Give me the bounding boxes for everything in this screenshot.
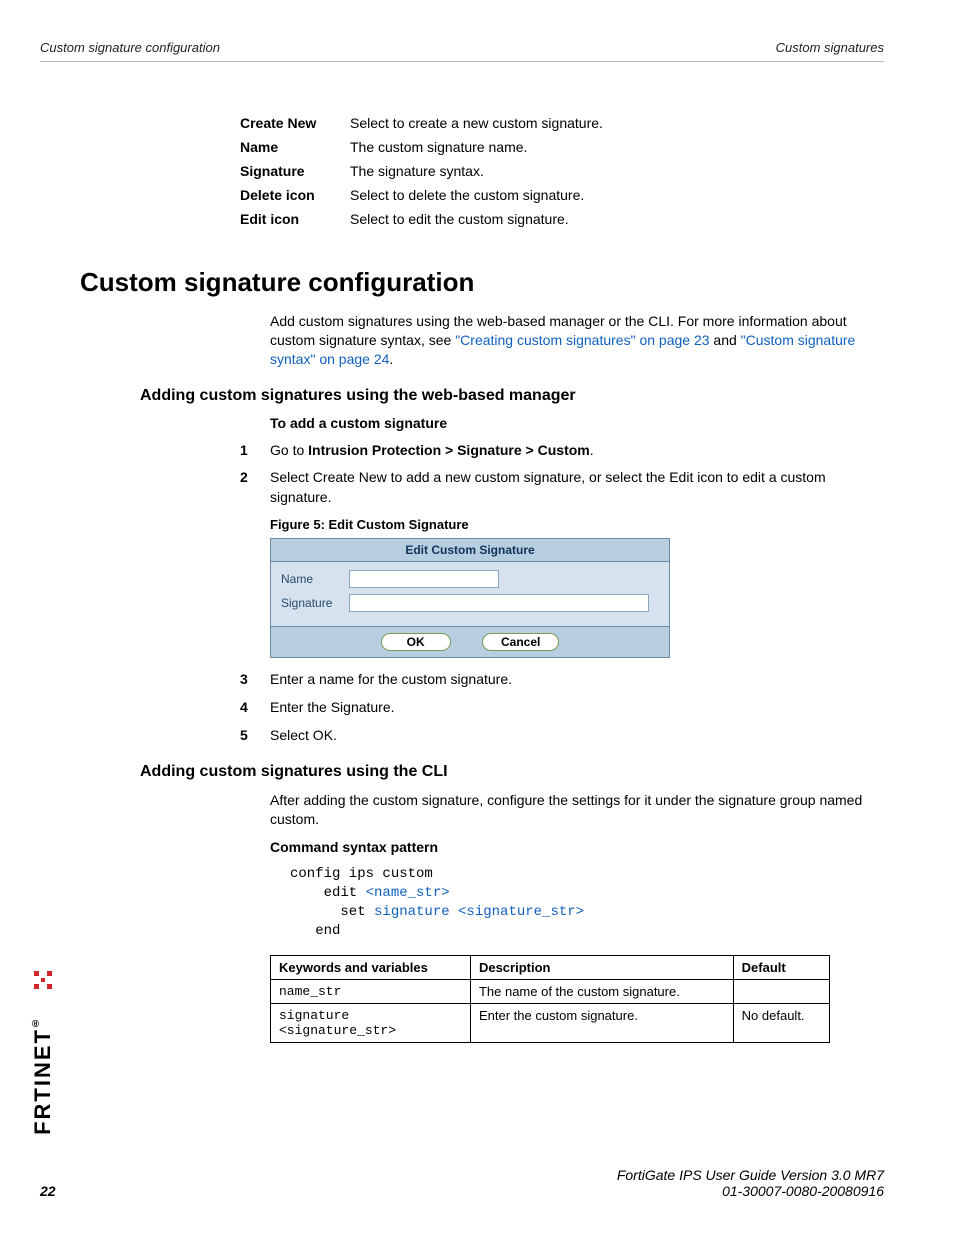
code-keyword: signature <signature_str> xyxy=(374,904,584,920)
edit-custom-signature-dialog: Edit Custom Signature Name Signature OK … xyxy=(270,538,670,658)
code-block: config ips custom edit <name_str> set si… xyxy=(290,865,884,941)
table-row: name_str The name of the custom signatur… xyxy=(271,979,830,1003)
def-text: Select to create a new custom signature. xyxy=(350,115,884,131)
heading-command-syntax: Command syntax pattern xyxy=(270,839,884,855)
code-line: end xyxy=(290,923,340,939)
cell-keyword-line: <signature_str> xyxy=(279,1023,396,1038)
xref-creating-custom-signatures[interactable]: "Creating custom signatures" on page 23 xyxy=(455,332,709,348)
def-text: Select to delete the custom signature. xyxy=(350,187,884,203)
step-text-part: Go to xyxy=(270,442,308,458)
dialog-title: Edit Custom Signature xyxy=(271,539,669,562)
signature-label: Signature xyxy=(281,596,349,610)
header-rule xyxy=(40,61,884,75)
def-term: Create New xyxy=(240,115,350,131)
step-number: 5 xyxy=(240,726,270,746)
table-row: signature <signature_str> Enter the cust… xyxy=(271,1003,830,1042)
cell-description: The name of the custom signature. xyxy=(470,979,733,1003)
signature-input[interactable] xyxy=(349,594,649,612)
code-keyword: <name_str> xyxy=(366,885,450,901)
running-header-left: Custom signature configuration xyxy=(40,40,220,55)
page-number: 22 xyxy=(40,1183,56,1199)
fortinet-wordmark: FRTINET® xyxy=(30,1015,56,1135)
step-text: Enter the Signature. xyxy=(270,698,874,718)
th-keywords: Keywords and variables xyxy=(271,955,471,979)
running-header-right: Custom signatures xyxy=(776,40,884,55)
def-term: Signature xyxy=(240,163,350,179)
nav-path: Intrusion Protection > Signature > Custo… xyxy=(308,442,590,458)
step-number: 4 xyxy=(240,698,270,718)
figure-caption: Figure 5: Edit Custom Signature xyxy=(270,517,884,532)
cli-paragraph: After adding the custom signature, confi… xyxy=(270,791,874,829)
ok-button[interactable]: OK xyxy=(381,633,451,651)
option-definition-list: Create NewSelect to create a new custom … xyxy=(240,115,884,227)
cell-keyword-line: signature xyxy=(279,1008,349,1023)
heading-to-add: To add a custom signature xyxy=(270,415,884,431)
def-term: Name xyxy=(240,139,350,155)
def-term: Edit icon xyxy=(240,211,350,227)
step-text: Go to Intrusion Protection > Signature >… xyxy=(270,441,874,461)
cell-keyword: name_str xyxy=(271,979,471,1003)
def-text: The signature syntax. xyxy=(350,163,884,179)
intro-text: . xyxy=(389,351,393,367)
intro-text: and xyxy=(710,332,741,348)
fortinet-mark-icon xyxy=(34,971,52,989)
step-text-part: . xyxy=(590,442,594,458)
name-input[interactable] xyxy=(349,570,499,588)
th-default: Default xyxy=(733,955,829,979)
step-number: 1 xyxy=(240,441,270,461)
code-line: edit xyxy=(290,885,366,901)
heading-web-manager: Adding custom signatures using the web-b… xyxy=(140,387,884,405)
cell-description: Enter the custom signature. xyxy=(470,1003,733,1042)
code-line: config ips custom xyxy=(290,866,433,882)
cell-default: No default. xyxy=(733,1003,829,1042)
cell-keyword: signature <signature_str> xyxy=(271,1003,471,1042)
code-line: set xyxy=(290,904,374,920)
def-text: The custom signature name. xyxy=(350,139,884,155)
cell-default xyxy=(733,979,829,1003)
keywords-table: Keywords and variables Description Defau… xyxy=(270,955,830,1043)
name-label: Name xyxy=(281,572,349,586)
def-term: Delete icon xyxy=(240,187,350,203)
footer-doc-id: 01-30007-0080-20080916 xyxy=(617,1183,884,1199)
footer-meta: FortiGate IPS User Guide Version 3.0 MR7… xyxy=(617,1167,884,1199)
step-text: Enter a name for the custom signature. xyxy=(270,670,874,690)
th-description: Description xyxy=(470,955,733,979)
steps-list-2: 3Enter a name for the custom signature. … xyxy=(240,670,874,745)
step-number: 3 xyxy=(240,670,270,690)
cancel-button[interactable]: Cancel xyxy=(482,633,559,651)
page-title: Custom signature configuration xyxy=(80,267,884,298)
heading-cli: Adding custom signatures using the CLI xyxy=(140,763,884,781)
fortinet-logo: FRTINET® xyxy=(30,885,56,1135)
def-text: Select to edit the custom signature. xyxy=(350,211,884,227)
step-text: Select Create New to add a new custom si… xyxy=(270,468,874,507)
steps-list-1: 1 Go to Intrusion Protection > Signature… xyxy=(240,441,874,508)
step-number: 2 xyxy=(240,468,270,507)
intro-paragraph: Add custom signatures using the web-base… xyxy=(270,312,874,369)
footer-guide-title: FortiGate IPS User Guide Version 3.0 MR7 xyxy=(617,1167,884,1183)
step-text: Select OK. xyxy=(270,726,874,746)
